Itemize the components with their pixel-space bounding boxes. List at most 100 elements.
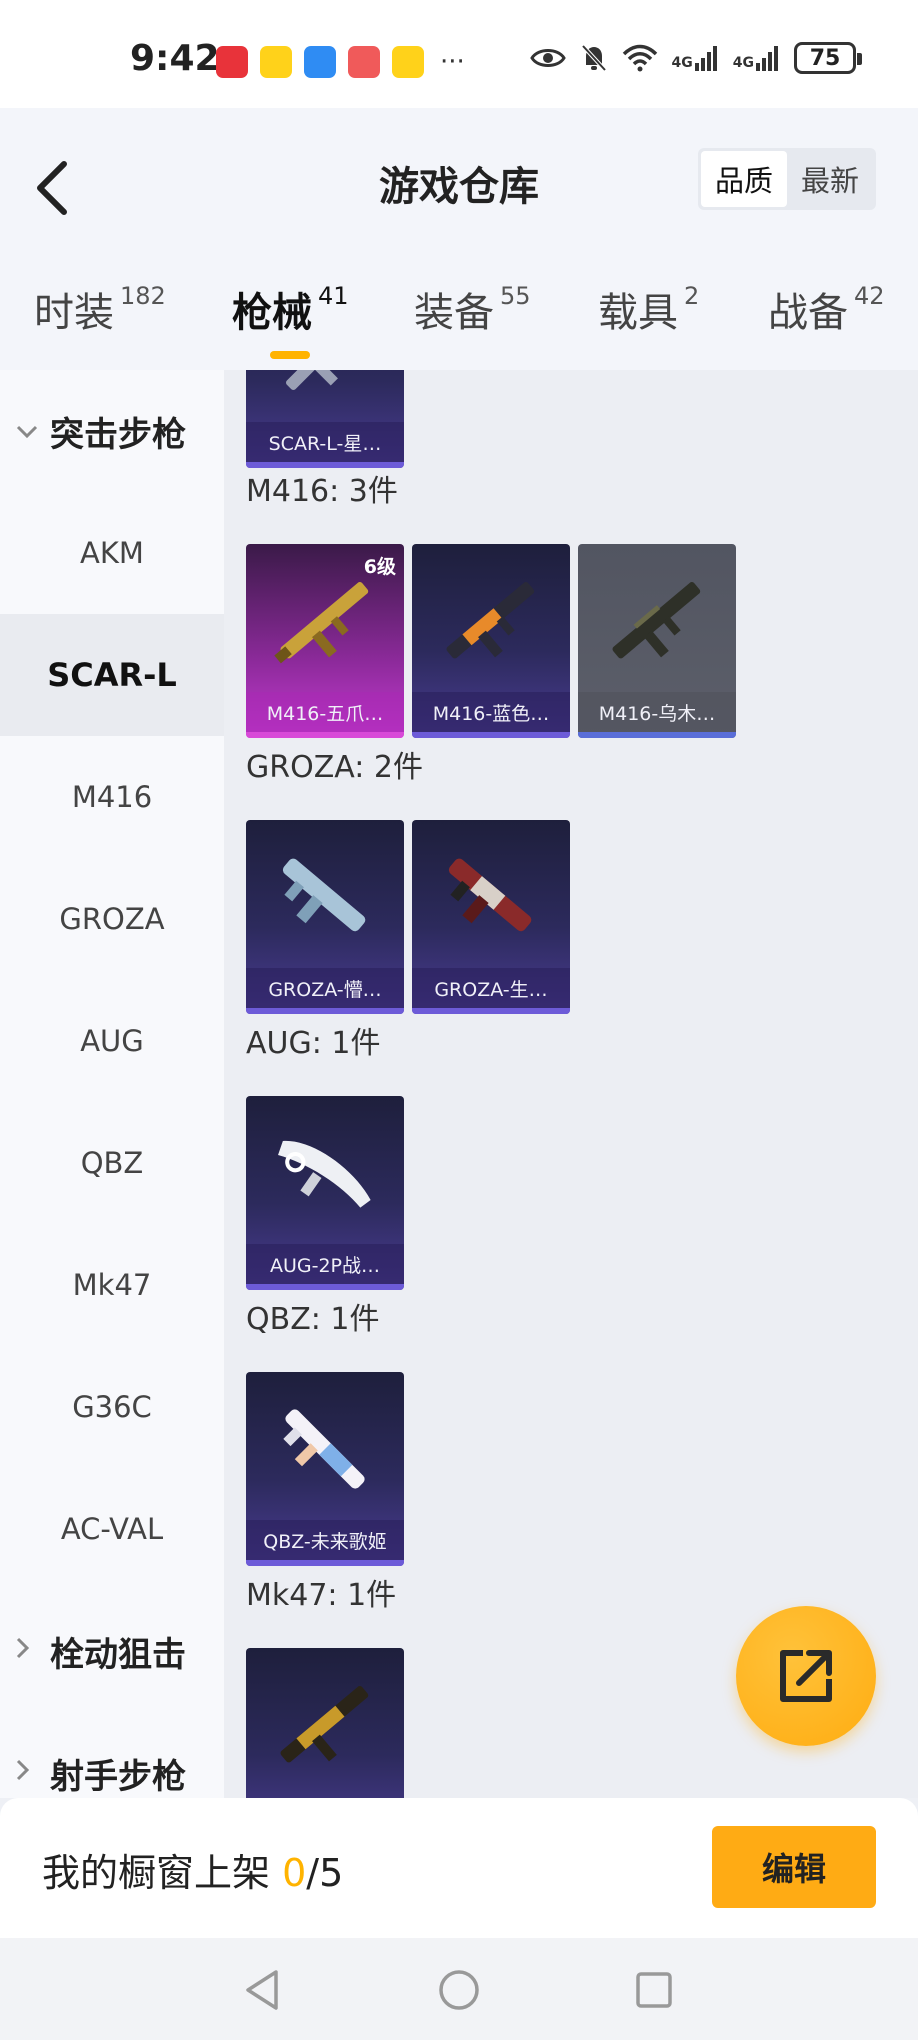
weapon-card[interactable]: 6级 M416-五爪… <box>246 544 404 738</box>
sidebar-item-ac-val[interactable]: AC-VAL <box>0 1468 224 1590</box>
sort-toggle: 品质 最新 <box>698 148 876 210</box>
huawei-app-icon <box>216 46 248 78</box>
weapon-card[interactable]: QBZ-未来歌姬 <box>246 1372 404 1566</box>
sidebar-item-qbz[interactable]: QBZ <box>0 1102 224 1224</box>
edit-button[interactable]: 编辑 <box>712 1826 876 1908</box>
rarity-bar <box>246 1008 404 1014</box>
weapon-name: M416-五爪… <box>246 692 404 732</box>
sidebar-item-aug[interactable]: AUG <box>0 980 224 1102</box>
rifle-icon <box>278 1141 371 1208</box>
sidebar-group-bolt-sniper[interactable]: 栓动狙击 <box>0 1590 224 1712</box>
tab-label: 时装 <box>34 290 114 336</box>
tab-guns[interactable]: 枪械 41 <box>232 280 349 338</box>
sidebar-item-g36c[interactable]: G36C <box>0 1346 224 1468</box>
sidebar-item-groza[interactable]: GROZA <box>0 858 224 980</box>
sidebar-item-mk47[interactable]: Mk47 <box>0 1224 224 1346</box>
network-type-2: 4G <box>732 55 754 71</box>
tab-label: 枪械 <box>232 290 312 336</box>
network-type-1: 4G <box>671 55 693 71</box>
square-recents-icon <box>636 1972 672 2008</box>
group-title-aug: AUG: 1件 <box>246 1026 381 1061</box>
sidebar-item-scar-l[interactable]: SCAR-L <box>0 614 224 736</box>
tab-supplies[interactable]: 战备 42 <box>768 280 885 338</box>
tab-label: 战备 <box>768 290 848 336</box>
rarity-bar <box>246 1560 404 1566</box>
mute-bell-icon <box>581 44 607 72</box>
showcase-label: 我的橱窗上架 <box>42 1851 283 1895</box>
chat-app-icon <box>304 46 336 78</box>
sidebar-group-assault-rifle[interactable]: 突击步枪 <box>0 370 224 492</box>
tab-count: 42 <box>854 282 885 310</box>
battery-icon: 75 <box>794 42 862 74</box>
book-app-icon <box>348 46 380 78</box>
rifle-icon <box>448 858 532 932</box>
group-title-mk47: Mk47: 1件 <box>246 1578 397 1613</box>
rifle-icon <box>282 858 366 932</box>
showcase-panel: 我的橱窗上架 0/5 编辑 <box>0 1798 918 1938</box>
rarity-bar <box>246 732 404 738</box>
game-app-icon <box>260 46 292 78</box>
tab-vehicles[interactable]: 载具 2 <box>598 280 699 338</box>
sidebar-group-label: 突击步枪 <box>50 414 186 455</box>
tab-count: 182 <box>120 282 166 310</box>
weapon-name: M416-乌木… <box>578 692 736 732</box>
rarity-bar <box>578 732 736 738</box>
tab-equipment[interactable]: 装备 55 <box>414 280 531 338</box>
battery-level: 75 <box>809 45 841 71</box>
rifle-icon <box>612 582 701 659</box>
triangle-back-icon <box>246 1970 278 2010</box>
group-title-qbz: QBZ: 1件 <box>246 1302 380 1337</box>
eye-icon <box>529 49 566 67</box>
share-fab[interactable] <box>736 1606 876 1746</box>
showcase-current: 0 <box>282 1851 307 1895</box>
weapon-sidebar: 突击步枪 AKM SCAR-L M416 GROZA AUG QBZ Mk47 … <box>0 370 224 1798</box>
rifle-icon <box>286 370 364 390</box>
sidebar-item-akm[interactable]: AKM <box>0 492 224 614</box>
weapon-name: QBZ-未来歌姬 <box>246 1520 404 1560</box>
notification-icons: ··· <box>216 46 465 78</box>
rifle-icon <box>283 1409 365 1489</box>
tab-fashion[interactable]: 时装 182 <box>34 280 166 338</box>
wifi-icon <box>622 44 657 72</box>
weapon-card[interactable]: AUG-2P战… <box>246 1096 404 1290</box>
weapon-card[interactable]: M416-蓝色… <box>412 544 570 738</box>
tab-label: 载具 <box>598 290 678 336</box>
weapon-card[interactable]: SCAR-L-星… <box>246 370 404 468</box>
nav-recents-button[interactable] <box>632 1968 676 2012</box>
rarity-bar <box>246 1284 404 1290</box>
sort-newest-button[interactable]: 最新 <box>787 151 873 207</box>
weapon-list: SCAR-L-星… M416: 3件 6级 M416-五爪… M416-蓝色… … <box>224 370 918 1798</box>
category-tabs: 时装 182 枪械 41 装备 55 载具 2 战备 42 <box>0 280 918 370</box>
page-header: 游戏仓库 品质 最新 时装 182 枪械 41 装备 55 载具 2 战备 42 <box>0 108 918 370</box>
group-title-groza: GROZA: 2件 <box>246 750 423 785</box>
weapon-name: GROZA-生… <box>412 968 570 1008</box>
status-indicators: 4G 4G 75 <box>529 42 862 74</box>
group-title-m416: M416: 3件 <box>246 474 398 509</box>
more-notifications-icon: ··· <box>440 47 465 77</box>
rifle-icon <box>274 582 369 664</box>
tab-count: 41 <box>318 282 349 310</box>
nav-home-button[interactable] <box>437 1968 481 2012</box>
sidebar-group-marksman-rifle[interactable]: 射手步枪 <box>0 1712 224 1798</box>
signal-icon-1: 4G <box>672 45 719 71</box>
chevron-right-icon <box>16 1759 50 1787</box>
weapon-name: SCAR-L-星… <box>246 422 404 462</box>
sidebar-group-label: 射手步枪 <box>50 1756 186 1797</box>
sidebar-item-m416[interactable]: M416 <box>0 736 224 858</box>
status-bar: 9:42 ··· 4G 4G 75 <box>0 0 918 108</box>
sidebar-group-label: 栓动狙击 <box>50 1634 186 1675</box>
nav-back-button[interactable] <box>240 1968 284 2012</box>
rifle-icon <box>446 582 535 659</box>
weapon-card[interactable]: M416-乌木… <box>578 544 736 738</box>
sort-quality-button[interactable]: 品质 <box>701 151 787 207</box>
showcase-total: /5 <box>306 1851 344 1895</box>
weapon-card[interactable]: GROZA-生… <box>412 820 570 1014</box>
circle-home-icon <box>439 1970 479 2010</box>
weapon-card[interactable] <box>246 1648 404 1798</box>
weapon-name: AUG-2P战… <box>246 1244 404 1284</box>
weapon-card[interactable]: GROZA-懵… <box>246 820 404 1014</box>
chevron-down-icon <box>16 417 50 445</box>
status-time: 9:42 <box>130 38 220 79</box>
system-nav-bar <box>0 1938 918 2040</box>
weapon-name: M416-蓝色… <box>412 692 570 732</box>
